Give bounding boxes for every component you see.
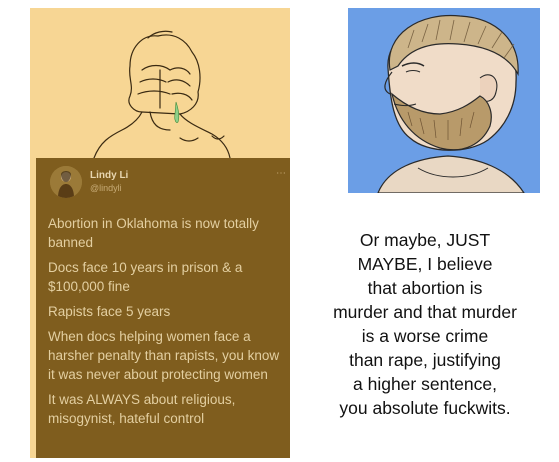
tweet-paragraph: When docs helping women face a harsher p… bbox=[48, 329, 280, 382]
tweet-author-handle[interactable]: @lindyli bbox=[90, 183, 122, 193]
caption-line: murder and that murder bbox=[333, 302, 517, 322]
left-meme-panel: Lindy Li @lindyli ⋯ Abortion in Oklahoma… bbox=[30, 8, 290, 458]
tear-drop bbox=[174, 101, 180, 123]
more-dots-icon[interactable]: ⋯ bbox=[276, 168, 286, 179]
caption-line: Or maybe, JUST bbox=[359, 230, 491, 250]
tweet-paragraph: Rapists face 5 years bbox=[48, 304, 171, 319]
caption-line: MAYBE, I believe bbox=[357, 254, 493, 274]
tweet-paragraph: It was ALWAYS about religious, misogynis… bbox=[48, 392, 236, 426]
yes-chad-drawing bbox=[377, 14, 525, 193]
avatar[interactable] bbox=[50, 166, 82, 198]
tweet-screenshot: Lindy Li @lindyli ⋯ Abortion in Oklahoma… bbox=[36, 158, 290, 458]
caption-line: is a worse crime bbox=[361, 326, 489, 346]
right-meme-panel bbox=[348, 8, 540, 193]
rebuttal-caption: Or maybe, JUST MAYBE, I believe that abo… bbox=[312, 228, 538, 420]
caption-line: that abortion is bbox=[367, 278, 483, 298]
tweet-paragraph: Docs face 10 years in prison & a $100,00… bbox=[48, 260, 243, 294]
tweet-paragraph: Abortion in Oklahoma is now totally bann… bbox=[48, 216, 259, 250]
caption-line: a higher sentence, bbox=[353, 374, 497, 394]
tweet-author-name[interactable]: Lindy Li bbox=[90, 170, 128, 181]
caption-line: you absolute fuckwits. bbox=[339, 398, 511, 418]
caption-line: than rape, justifying bbox=[349, 350, 501, 370]
tweet-body: Abortion in Oklahoma is now totally bann… bbox=[48, 214, 284, 434]
tweet-header: Lindy Li @lindyli ⋯ bbox=[46, 164, 286, 200]
crying-wojak-drawing bbox=[93, 30, 231, 158]
